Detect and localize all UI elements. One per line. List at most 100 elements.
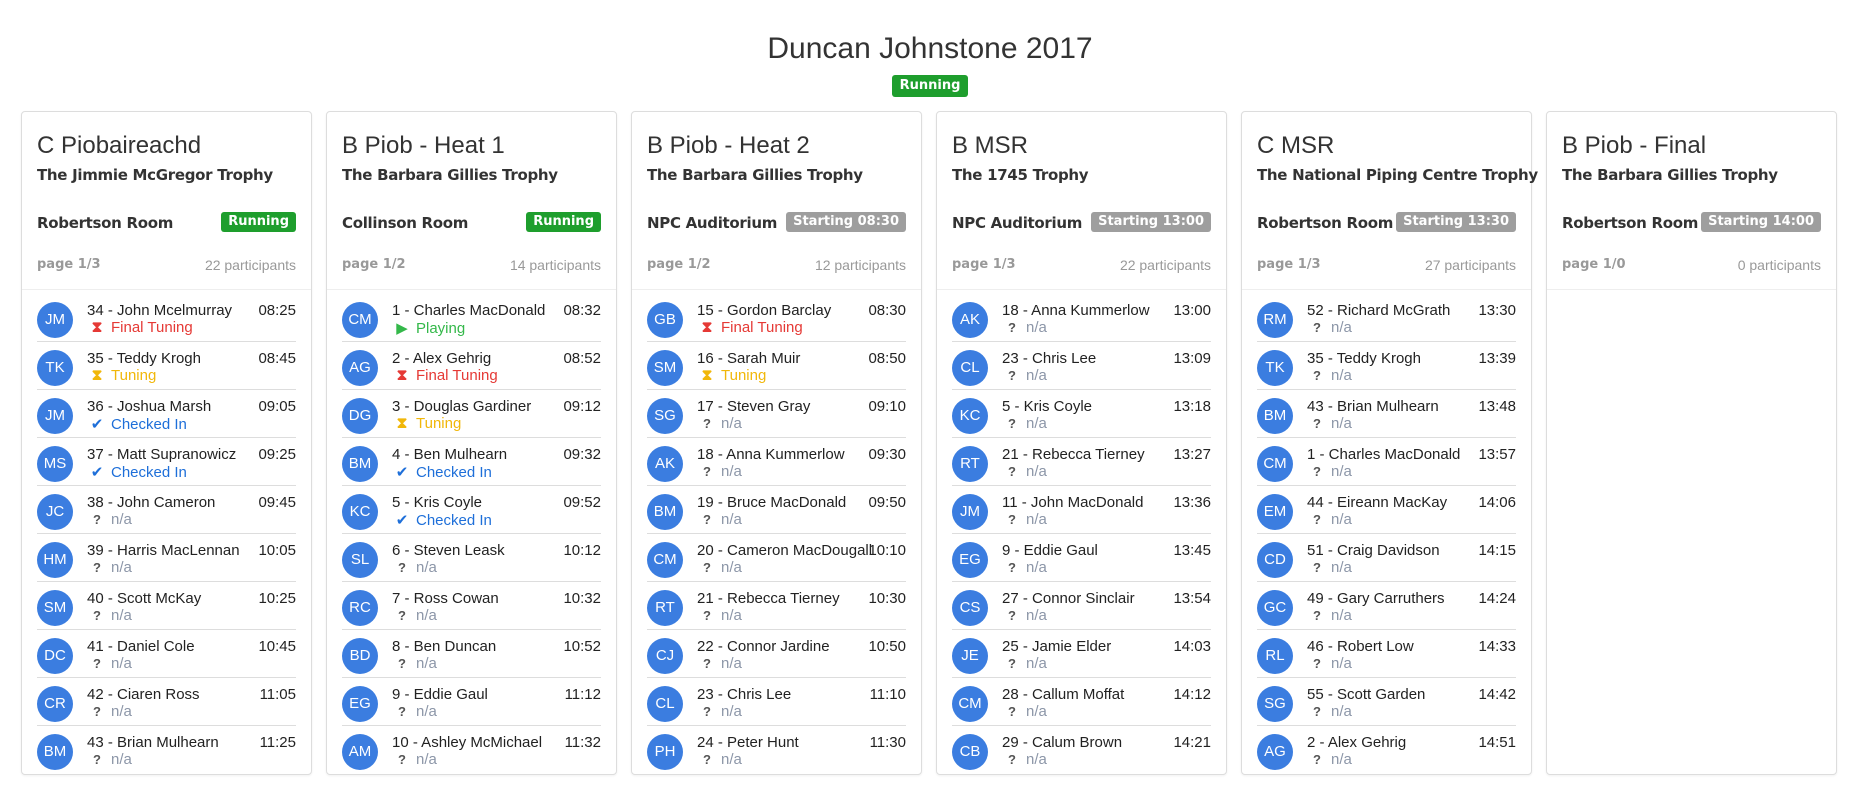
status-badge: Starting 13:30 (1396, 212, 1516, 232)
avatar: BD (342, 638, 378, 674)
participant-name: 25 - Jamie Elder (1002, 638, 1112, 655)
participant-status: ? n/a (392, 607, 437, 624)
participant-status: ⧗ Final Tuning (697, 319, 803, 336)
participant-time: 14:06 (1478, 494, 1516, 511)
status-label: n/a (1331, 607, 1352, 624)
competition-title: C MSR (1257, 132, 1335, 159)
participant-time: 10:45 (258, 638, 296, 655)
participant-status: ? n/a (87, 655, 132, 672)
status-label: n/a (1026, 751, 1047, 768)
room-name: Collinson Room (342, 214, 469, 232)
avatar: PH (647, 734, 683, 770)
room-row: Robertson Room Running (37, 212, 296, 234)
participant-row: GB 15 - Gordon Barclay 08:30 ⧗ Final Tuning (647, 294, 906, 342)
avatar: TK (1257, 350, 1293, 386)
question-icon: ? (1313, 368, 1321, 383)
participant-name: 39 - Harris MacLennan (87, 542, 240, 559)
participant-status: ⧗ Tuning (697, 367, 767, 384)
participant-row: CL 23 - Chris Lee 13:09? n/a (952, 342, 1211, 390)
participant-time: 09:52 (563, 494, 601, 511)
status-label: n/a (416, 751, 437, 768)
status-label: n/a (721, 607, 742, 624)
participant-name: 16 - Sarah Muir (697, 350, 801, 367)
participant-name: 9 - Eddie Gaul (1002, 542, 1098, 559)
participant-status: ? n/a (1002, 559, 1047, 576)
avatar: BM (1257, 398, 1293, 434)
participant-time: 09:25 (258, 446, 296, 463)
page-title: Duncan Johnstone 2017 (767, 32, 1093, 65)
participant-name: 41 - Daniel Cole (87, 638, 195, 655)
status-label: Checked In (111, 416, 187, 433)
status-label: n/a (1331, 367, 1352, 384)
participant-time: 08:30 (868, 302, 906, 319)
question-icon: ? (93, 608, 101, 623)
participant-time: 13:30 (1478, 302, 1516, 319)
header-divider (1547, 289, 1836, 290)
avatar: BM (647, 494, 683, 530)
participant-time: 13:45 (1173, 542, 1211, 559)
participant-row: RT 21 - Rebecca Tierney 13:27? n/a (952, 438, 1211, 486)
status-label: n/a (1026, 559, 1047, 576)
participant-row: EG 9 - Eddie Gaul 11:12? n/a (342, 678, 601, 726)
question-icon: ? (398, 656, 406, 671)
avatar: EG (342, 686, 378, 722)
question-icon: ? (1008, 704, 1016, 719)
question-icon: ? (1008, 320, 1016, 335)
participant-list: RM 52 - Richard McGrath 13:30? n/a TK 35 - Te… (1257, 294, 1516, 773)
header-divider (22, 289, 311, 290)
participant-name: 15 - Gordon Barclay (697, 302, 832, 319)
play-icon: ▶ (396, 320, 408, 337)
participant-status: ? n/a (1002, 463, 1047, 480)
participant-time: 09:45 (258, 494, 296, 511)
question-icon: ? (93, 560, 101, 575)
participant-name: 36 - Joshua Marsh (87, 398, 212, 415)
avatar: CD (1257, 542, 1293, 578)
avatar: CM (952, 686, 988, 722)
participant-row: PH 24 - Peter Hunt 11:30? n/a (647, 726, 906, 773)
avatar: SM (37, 590, 73, 626)
participant-list: JM 34 - John Mcelmurray 08:25 ⧗ Final Tuning… (37, 294, 296, 773)
participant-name: 5 - Kris Coyle (1002, 398, 1093, 415)
participant-name: 22 - Connor Jardine (697, 638, 830, 655)
participant-time: 10:10 (868, 542, 906, 559)
competition-header: B Piob - Heat 1 The Barbara Gillies Troph… (342, 134, 601, 185)
status-label: n/a (111, 655, 132, 672)
participant-row: AG 2 - Alex Gehrig 14:51? n/a (1257, 726, 1516, 773)
question-icon: ? (1313, 560, 1321, 575)
participant-row: KC 5 - Kris Coyle 13:18? n/a (952, 390, 1211, 438)
participant-row: DG 3 - Douglas Gardiner 09:12 ⧗ Tuning (342, 390, 601, 438)
participant-row: RT 21 - Rebecca Tierney 10:30? n/a (647, 582, 906, 630)
room-row: NPC Auditorium Starting 08:30 (647, 212, 906, 234)
header-divider (937, 289, 1226, 290)
page-indicator: page 1/0 (1562, 257, 1626, 272)
participant-row: MS 37 - Matt Supranowicz 09:25 ✔ Checked In (37, 438, 296, 486)
participant-row: AM 10 - Ashley McMichael 11:32? n/a (342, 726, 601, 773)
status-label: n/a (1331, 319, 1352, 336)
question-icon: ? (398, 560, 406, 575)
participant-name: 18 - Anna Kummerlow (697, 446, 845, 463)
participant-status: ? n/a (697, 559, 742, 576)
competition-card: B Piob - Heat 1 The Barbara Gillies Troph… (326, 111, 617, 775)
participant-status: ? n/a (392, 655, 437, 672)
participant-status: ✔ Checked In (87, 463, 187, 481)
participant-row: TK 35 - Teddy Krogh 13:39? n/a (1257, 342, 1516, 390)
participant-name: 20 - Cameron MacDougall (697, 542, 873, 559)
status-label: Checked In (111, 464, 187, 481)
question-icon: ? (1008, 512, 1016, 527)
question-icon: ? (398, 752, 406, 767)
participant-time: 10:05 (258, 542, 296, 559)
competition-trophy: The Jimmie McGregor Trophy (37, 166, 273, 184)
hourglass-icon: ⧗ (396, 367, 408, 384)
participant-status: ▶ Playing (392, 319, 465, 337)
avatar: RM (1257, 302, 1293, 338)
status-label: n/a (1331, 415, 1352, 432)
participant-name: 46 - Robert Low (1307, 638, 1414, 655)
participant-time: 11:05 (259, 686, 296, 703)
participant-row: HM 39 - Harris MacLennan 10:05? n/a (37, 534, 296, 582)
participant-time: 14:42 (1478, 686, 1516, 703)
competition-card: B MSR The 1745 Trophy NPC Auditorium Starti… (936, 111, 1227, 775)
participant-time: 13:36 (1173, 494, 1211, 511)
avatar: RT (952, 446, 988, 482)
status-label: n/a (111, 559, 132, 576)
participant-status: ? n/a (697, 655, 742, 672)
